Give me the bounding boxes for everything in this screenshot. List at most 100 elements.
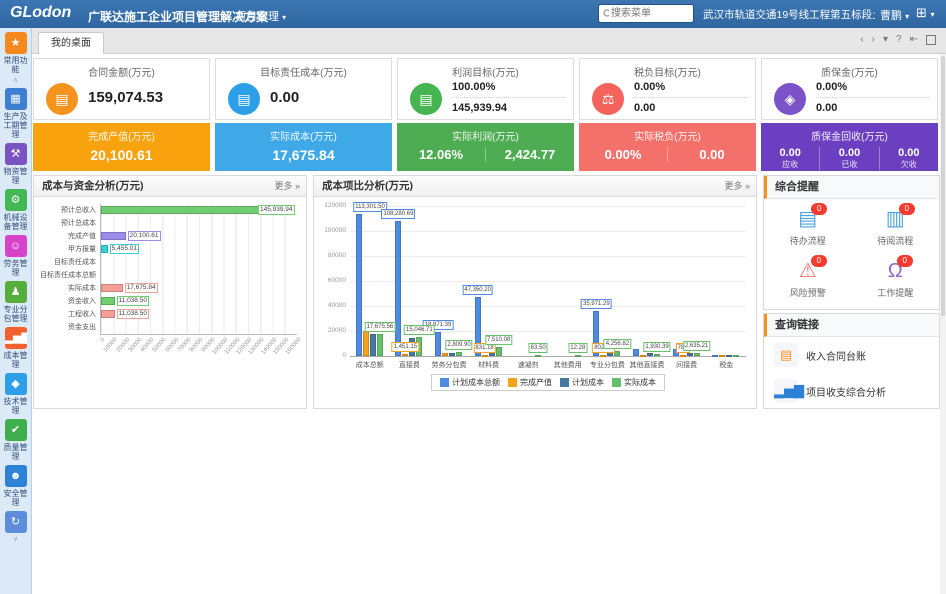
sidebar-item-materials[interactable]: ⚒物资管理 <box>0 143 31 185</box>
tab-forward-icon[interactable]: › <box>872 33 875 47</box>
tab-my-desktop[interactable]: 我的桌面 <box>38 32 104 55</box>
collapse-up-icon[interactable]: ∧ <box>0 76 31 84</box>
kpi-colored-card-5[interactable]: 质保金回收(万元)0.00应收0.00已收0.00欠收 <box>761 123 938 171</box>
bar-完成产值-2 <box>402 354 408 356</box>
link-income-contract-ledger[interactable]: ▤收入合同台账 <box>764 337 939 373</box>
kpi-sub-cell: 0.00欠收 <box>879 147 938 170</box>
bar-value-label: 15,046.71 <box>404 325 435 335</box>
nav-project-management[interactable]: 项目管理 ▾ <box>235 8 286 24</box>
tab-list-icon[interactable]: ▾ <box>883 33 888 47</box>
kpi-sub-label: 应收 <box>761 160 819 170</box>
kpi-percent: 12.06% <box>397 147 485 162</box>
kpi-percent: 0.00% <box>634 81 665 93</box>
sidebar-item-quality[interactable]: ✔质量管理 <box>0 419 31 461</box>
chart-legend: 计划成本总额完成产值计划成本实际成本 <box>350 374 746 392</box>
grid-line <box>350 356 746 357</box>
kpi-card-2[interactable]: 目标责任成本(万元)▤0.00 <box>215 58 392 120</box>
category-label: 速凝剂 <box>508 360 548 370</box>
link-project-balance-analysis[interactable]: ▂▅▇项目收支综合分析 <box>764 373 939 409</box>
kpi-value: 159,074.53 <box>88 89 163 106</box>
search-box[interactable] <box>598 4 694 23</box>
collapse-tabs-icon[interactable]: ⇤ <box>910 33 918 47</box>
cost-fund-analysis-chart: 成本与资金分析(万元) 更多 » 预计总收入145,939.94预计总成本完成产… <box>33 175 307 409</box>
sidebar-item-label: 质量管理 <box>0 443 31 461</box>
tab-back-icon[interactable]: ‹ <box>860 33 863 47</box>
kpi-card-1[interactable]: 合同金额(万元)▤159,074.53 <box>33 58 210 120</box>
kpi-title: 实际利润(万元) <box>397 128 574 143</box>
kpi-card-4[interactable]: 税负目标(万元)⚖0.00%0.00 <box>579 58 756 120</box>
user-menu[interactable]: 曹鹏 ▾ <box>880 7 909 23</box>
kpi-title: 实际税负(万元) <box>579 128 756 143</box>
search-input[interactable] <box>609 7 689 20</box>
grid-line <box>350 306 746 307</box>
kpi-colored-card-2[interactable]: 实际成本(万元) 17,675.84 <box>215 123 392 171</box>
legend-swatch <box>508 378 517 387</box>
kpi-card-3[interactable]: 利润目标(万元)▤100.00%145,939.94 <box>397 58 574 120</box>
sidebar-item-technology[interactable]: ◆技术管理 <box>0 373 31 415</box>
reminder-count-badge: 0 <box>811 203 827 215</box>
reminder-read-flow[interactable]: ▥0 待阅流程 <box>852 199 940 251</box>
kpi-card-5[interactable]: 质保金(万元)◈0.00%0.00 <box>761 58 938 120</box>
category-label: 其他费用 <box>548 360 588 370</box>
sidebar-item-label: 技术管理 <box>0 397 31 415</box>
sidebar-item-cost[interactable]: ▂▅▇成本管理 <box>0 327 31 369</box>
bar-value-label: 145,939.94 <box>258 205 295 215</box>
category-label: 税金 <box>706 360 746 370</box>
reminder-label: 待阅流程 <box>852 234 940 247</box>
fullscreen-icon[interactable] <box>926 35 936 45</box>
category-label: 劳务分包费 <box>429 360 469 370</box>
help-icon[interactable]: ? <box>896 33 902 47</box>
sidebar-item-labor[interactable]: ☺劳务管理 <box>0 235 31 277</box>
bar-value-label: 12.28 <box>568 343 587 353</box>
bar-计划成本-9 <box>687 353 693 357</box>
sidebar-item-label: 机械设备管理 <box>0 213 31 231</box>
kpi-title: 实际成本(万元) <box>215 128 392 143</box>
kpi-sub-cell: 0.00应收 <box>761 147 819 170</box>
glodon-logo: GLodon <box>10 4 71 22</box>
category-label: 专业分包费 <box>588 360 628 370</box>
category-label: 其他直接费 <box>627 360 667 370</box>
sidebar-item-safety[interactable]: ☻安全管理 <box>0 465 31 507</box>
sidebar-item-production-schedule[interactable]: ▦生产及工期管理 <box>0 88 31 139</box>
bar-value-label: 17,675.56 <box>364 322 395 332</box>
layout-switch-button[interactable]: ⊞ ▾ <box>916 5 935 21</box>
kpi-colored-card-1[interactable]: 完成产值(万元)20,100.61 <box>33 123 210 171</box>
bar-计划成本-8 <box>647 353 653 356</box>
read-flow-icon: ▥0 <box>886 207 905 231</box>
project-selector[interactable]: 武汉市轨道交通19号线工程第五标段土建... ▾ <box>703 7 875 22</box>
kpi-colored-card-3[interactable]: 实际利润(万元)12.06%2,424.77 <box>397 123 574 171</box>
legend-item: 实际成本 <box>612 377 656 388</box>
bar-实际成本-10 <box>733 355 739 357</box>
right-chart-more-link[interactable]: 更多 » <box>724 176 750 196</box>
bar-value-label: 1,451.15 <box>392 342 419 352</box>
sidebar: ★常用功能 ∧ ▦生产及工期管理 ⚒物资管理 ⚙机械设备管理 ☺劳务管理 ♟专业分包管理 ▂▅… <box>0 28 32 594</box>
main-content: 合同金额(万元)▤159,074.53目标责任成本(万元)▤0.00利润目标(万… <box>32 54 946 594</box>
todo-flow-icon: ▤0 <box>798 207 817 231</box>
query-links-panel: 查询链接 ▤收入合同台账▂▅▇项目收支综合分析 <box>763 313 940 409</box>
collapse-down-icon[interactable]: ∨ <box>0 535 31 543</box>
bar-9 <box>101 310 115 318</box>
bar-实际成本-3 <box>456 352 462 356</box>
sidebar-item-favorites[interactable]: ★常用功能 <box>0 32 31 74</box>
sync-icon: ↻ <box>5 511 27 533</box>
scrollbar-thumb[interactable] <box>941 56 945 316</box>
left-chart-more-link[interactable]: 更多 » <box>274 176 300 196</box>
sidebar-item-subcontract[interactable]: ♟专业分包管理 <box>0 281 31 323</box>
kpi-colored-card-4[interactable]: 实际税负(万元)0.00%0.00 <box>579 123 756 171</box>
risk-alert-icon: ⚠0 <box>799 259 817 283</box>
bar-计划成本-10 <box>726 355 732 357</box>
legend-label: 实际成本 <box>624 377 656 388</box>
kpi-title: 税负目标(万元) <box>580 64 755 79</box>
reminder-risk-alert[interactable]: ⚠0风险预警 <box>764 251 852 303</box>
bar-value-label: 2,635.21 <box>683 341 710 351</box>
sidebar-item-sync[interactable]: ↻ <box>0 511 31 533</box>
legend-swatch <box>560 378 569 387</box>
vertical-scrollbar[interactable] <box>940 54 946 594</box>
reminder-todo-flow[interactable]: ▤0待办流程 <box>764 199 852 251</box>
sidebar-item-label: 成本管理 <box>0 351 31 369</box>
category-label: 直接费 <box>390 360 430 370</box>
kpi-value: 17,675.84 <box>215 147 392 163</box>
sidebar-item-equipment[interactable]: ⚙机械设备管理 <box>0 189 31 231</box>
bar-value-label: 47,350.20 <box>462 285 493 295</box>
reminder-work-reminder[interactable]: Ω0工作提醒 <box>852 251 940 303</box>
